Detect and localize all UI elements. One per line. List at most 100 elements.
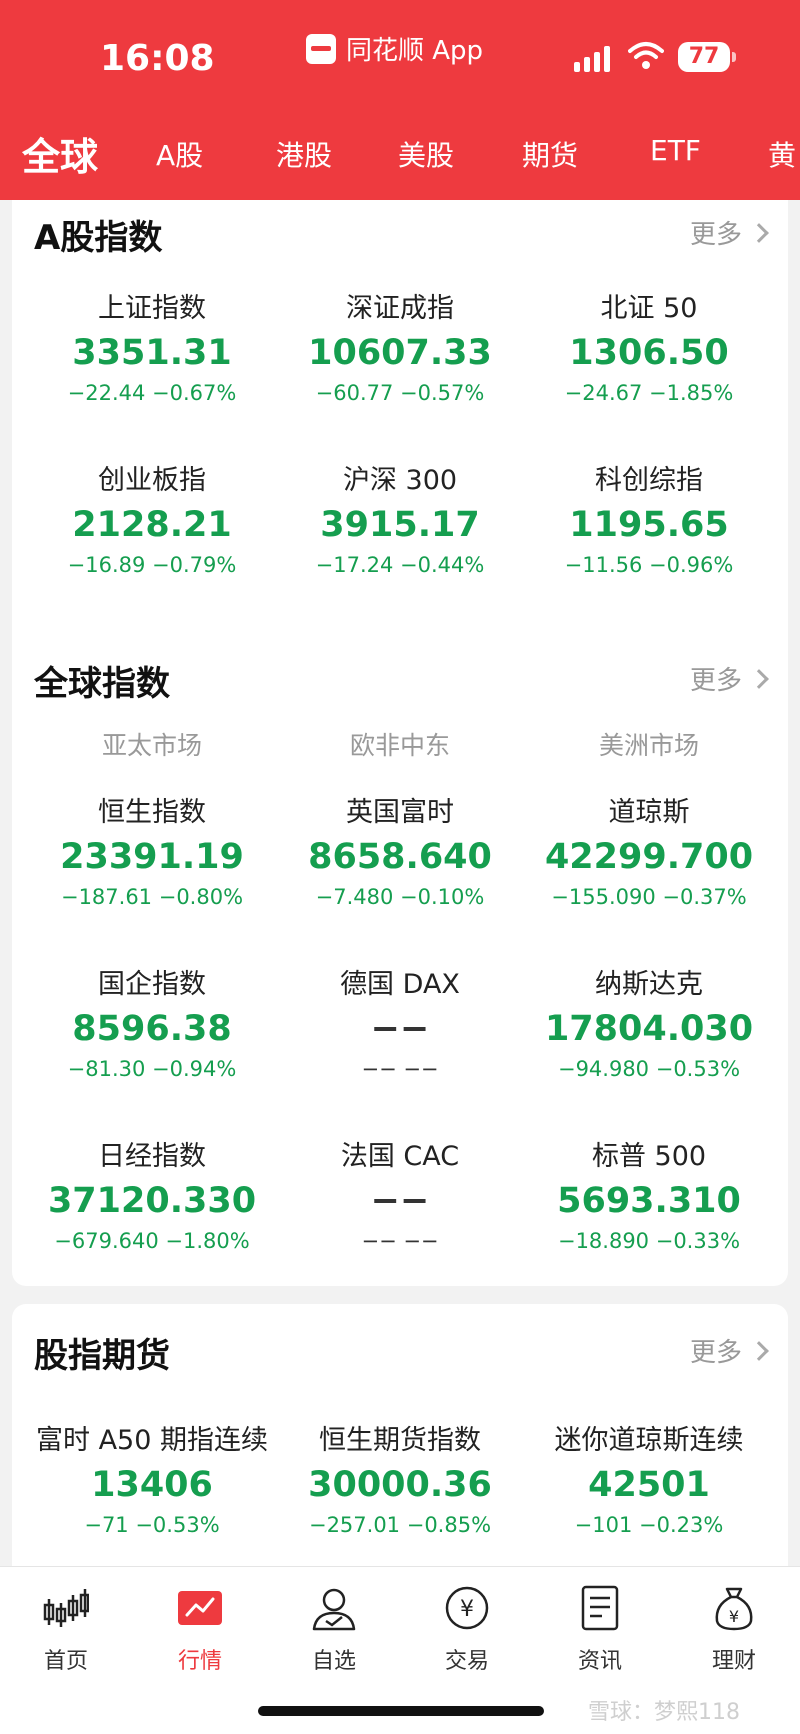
quote-name: 道琼斯 — [608, 797, 690, 828]
status-bar: 16:08 同花顺 App 77 — [0, 0, 800, 110]
quote-name: 标普 500 — [591, 1141, 707, 1172]
quote-change: −− −− — [361, 1057, 439, 1081]
quote-value: −− — [370, 1009, 430, 1049]
quote-name: 恒生期货指数 — [319, 1425, 481, 1456]
quote-change: −7.480 −0.10% — [315, 885, 485, 909]
quote-item[interactable]: 北证 50 1306.50 −24.67 −1.85% — [520, 286, 778, 405]
tab-global[interactable]: 全球 — [22, 126, 98, 181]
quote-item[interactable]: 迷你道琼斯连续 42501 −101 −0.23% — [520, 1418, 778, 1537]
more-label: 更多 — [689, 220, 742, 250]
quote-value: 42501 — [588, 1465, 710, 1505]
quote-value: 3915.17 — [320, 505, 480, 545]
quote-change: −17.24 −0.44% — [315, 553, 485, 577]
tab-futures[interactable]: 期货 — [522, 134, 578, 174]
quote-change: −81.30 −0.94% — [67, 1057, 237, 1081]
tab-etf[interactable]: ETF — [650, 134, 701, 167]
quote-change: −101 −0.23% — [574, 1513, 724, 1537]
quote-value: 1306.50 — [569, 333, 729, 373]
quote-change: −94.980 −0.53% — [557, 1057, 741, 1081]
status-time: 16:08 — [100, 38, 215, 79]
tab-hk[interactable]: 港股 — [276, 134, 332, 174]
signal-icon — [574, 46, 610, 72]
nav-wealth[interactable]: ¥ 理财 — [674, 1577, 794, 1675]
region-label: 美洲市场 — [598, 731, 699, 760]
quote-change: −187.61 −0.80% — [60, 885, 244, 909]
quote-change: −679.640 −1.80% — [54, 1229, 250, 1253]
quote-change: −22.44 −0.67% — [67, 381, 237, 405]
more-button[interactable]: 更多 — [689, 1332, 769, 1369]
nav-news[interactable]: 资讯 — [540, 1577, 660, 1675]
quote-name: 迷你道琼斯连续 — [554, 1425, 744, 1456]
quote-item[interactable]: 纳斯达克 17804.030 −94.980 −0.53% — [520, 962, 778, 1081]
candlestick-icon — [43, 1589, 90, 1627]
quote-item[interactable]: 科创综指 1195.65 −11.56 −0.96% — [520, 458, 778, 577]
quote-item[interactable]: 沪深 300 3915.17 −17.24 −0.44% — [271, 458, 529, 577]
quote-change: −− −− — [361, 1229, 439, 1253]
quote-item[interactable]: 标普 500 5693.310 −18.890 −0.33% — [520, 1134, 778, 1253]
main-content[interactable]: A股指数 更多 上证指数 3351.31 −22.44 −0.67% 深证成指 … — [0, 200, 800, 1566]
quote-item[interactable]: 上证指数 3351.31 −22.44 −0.67% — [23, 286, 281, 405]
svg-text:¥: ¥ — [729, 1607, 739, 1626]
quote-name: 恒生指数 — [98, 797, 206, 828]
svg-text:¥: ¥ — [460, 1597, 474, 1622]
quote-item[interactable]: 恒生期货指数 30000.36 −257.01 −0.85% — [271, 1418, 529, 1537]
money-bag-icon: ¥ — [715, 1587, 753, 1631]
more-button[interactable]: 更多 — [689, 214, 769, 251]
quote-name: 法国 CAC — [340, 1141, 460, 1172]
quote-item[interactable]: 日经指数 37120.330 −679.640 −1.80% — [23, 1134, 281, 1253]
quote-value: 8596.38 — [72, 1009, 232, 1049]
quote-value: 30000.36 — [308, 1465, 492, 1505]
more-button[interactable]: 更多 — [689, 660, 769, 697]
quote-value: 2128.21 — [72, 505, 232, 545]
quote-item[interactable]: 法国 CAC −− −− −− — [271, 1134, 529, 1253]
nav-home[interactable]: 首页 — [6, 1577, 126, 1675]
quote-item[interactable]: 恒生指数 23391.19 −187.61 −0.80% — [23, 790, 281, 909]
quote-name: 日经指数 — [98, 1141, 206, 1172]
quote-name: 纳斯达克 — [595, 969, 703, 1000]
nav-trade[interactable]: ¥ 交易 — [407, 1577, 527, 1675]
battery-icon: 77 — [678, 42, 736, 72]
quote-item[interactable]: 德国 DAX −− −− −− — [271, 962, 529, 1081]
quote-value: 1195.65 — [569, 505, 729, 545]
quote-name: 北证 50 — [600, 293, 698, 324]
nav-market[interactable]: 行情 — [140, 1577, 260, 1675]
section-title: A股指数 — [34, 218, 163, 258]
quote-item[interactable]: 国企指数 8596.38 −81.30 −0.94% — [23, 962, 281, 1081]
quote-value: 3351.31 — [72, 333, 232, 373]
quote-change: −16.89 −0.79% — [67, 553, 237, 577]
quote-item[interactable]: 道琼斯 42299.700 −155.090 −0.37% — [520, 790, 778, 909]
quote-name: 上证指数 — [98, 293, 206, 324]
quote-value: 17804.030 — [544, 1009, 754, 1049]
quote-change: −155.090 −0.37% — [551, 885, 747, 909]
quote-change: −60.77 −0.57% — [315, 381, 485, 405]
nav-label: 交易 — [444, 1649, 489, 1674]
quote-value: 10607.33 — [308, 333, 492, 373]
quote-change: −24.67 −1.85% — [564, 381, 734, 405]
more-label: 更多 — [689, 1338, 742, 1368]
tab-gold[interactable]: 黄 — [768, 134, 796, 174]
region-label: 亚太市场 — [101, 731, 202, 760]
tab-a-share[interactable]: A股 — [156, 134, 203, 174]
quote-item[interactable]: 富时 A50 期指连续 13406 −71 −0.53% — [23, 1418, 281, 1537]
tab-us[interactable]: 美股 — [398, 134, 454, 174]
region-label: 欧非中东 — [349, 731, 450, 760]
app-name-pill[interactable]: 同花顺 App — [306, 30, 483, 67]
quote-name: 科创综指 — [595, 465, 703, 496]
quote-change: −18.890 −0.33% — [557, 1229, 741, 1253]
quote-item[interactable]: 创业板指 2128.21 −16.89 −0.79% — [23, 458, 281, 577]
quote-value: −− — [370, 1181, 430, 1221]
chevron-right-icon — [749, 1340, 769, 1361]
app-header: 16:08 同花顺 App 77 全球 A股 港股 美股 期货 ETF 黄 — [0, 0, 800, 200]
quote-value: 23391.19 — [60, 837, 244, 877]
chevron-right-icon — [749, 668, 769, 689]
more-label: 更多 — [689, 666, 742, 696]
quote-item[interactable]: 英国富时 8658.640 −7.480 −0.10% — [271, 790, 529, 909]
app-logo-icon — [306, 33, 336, 64]
nav-watchlist[interactable]: 自选 — [274, 1577, 394, 1675]
quote-item[interactable]: 深证成指 10607.33 −60.77 −0.57% — [271, 286, 529, 405]
quote-value: 13406 — [91, 1465, 213, 1505]
home-indicator[interactable] — [258, 1706, 544, 1716]
quote-value: 37120.330 — [47, 1181, 257, 1221]
section-title: 全球指数 — [34, 664, 170, 704]
chart-icon — [178, 1591, 222, 1625]
